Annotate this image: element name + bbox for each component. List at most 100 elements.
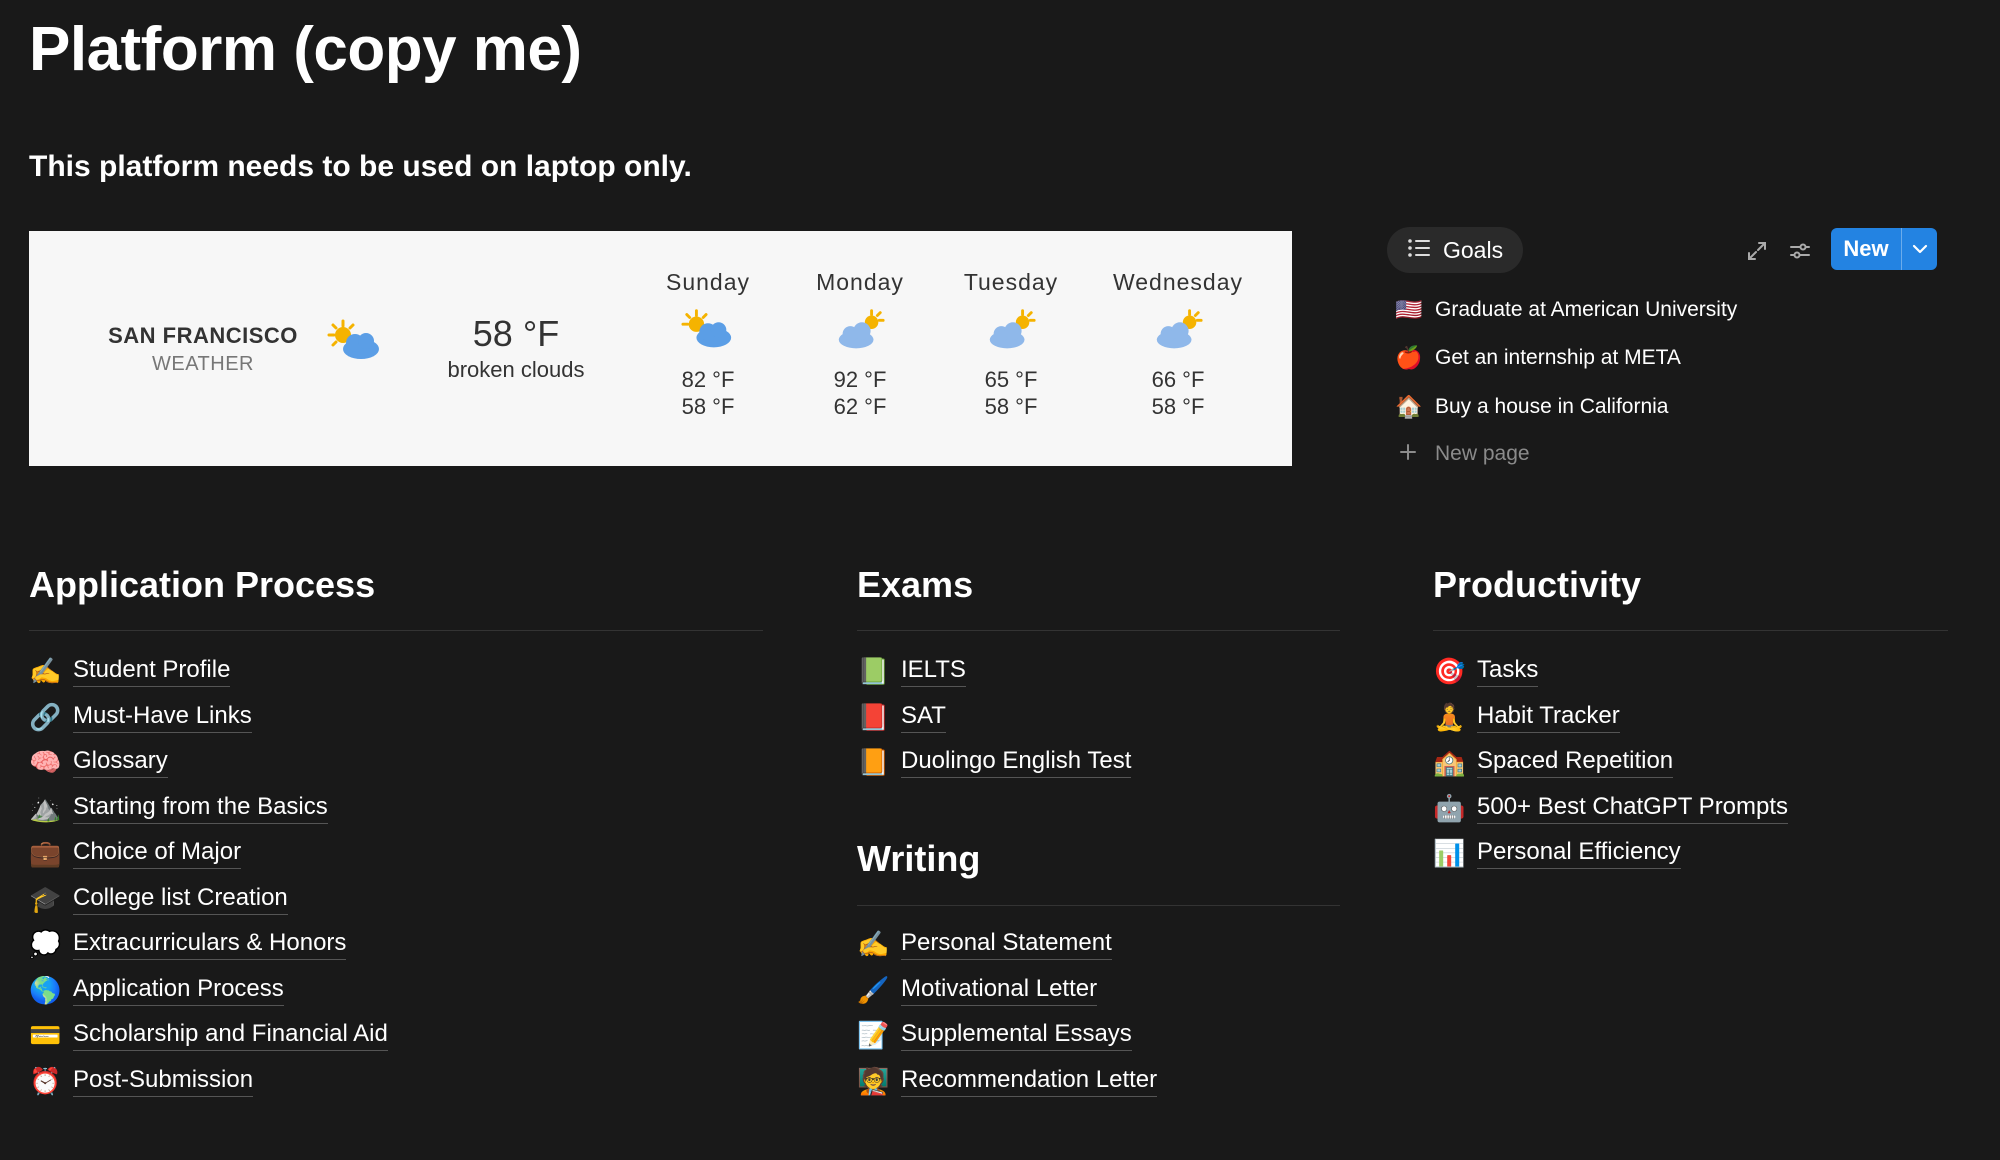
- page-link-label: Motivational Letter: [901, 975, 1098, 1006]
- current-temperature: 58 °F: [472, 313, 560, 354]
- chevron-down-icon[interactable]: [1902, 228, 1937, 270]
- link-icon: 🔗: [29, 701, 62, 732]
- page-link[interactable]: 🧠 Glossary: [29, 742, 168, 782]
- thought-bubble-icon: 💭: [29, 928, 62, 959]
- divider: [1433, 630, 1948, 631]
- page-link-label: SAT: [901, 702, 946, 733]
- filter-settings-icon[interactable]: [1785, 236, 1815, 266]
- current-condition: broken clouds: [447, 357, 585, 382]
- page-link[interactable]: 🧘 Habit Tracker: [1433, 697, 1620, 737]
- expand-icon[interactable]: [1742, 236, 1772, 266]
- new-button[interactable]: New: [1831, 228, 1937, 270]
- divider: [857, 905, 1340, 906]
- graduation-cap-icon: 🎓: [29, 883, 62, 914]
- weather-location: SAN FRANCISCO WEATHER: [93, 323, 313, 376]
- weather-current: 58 °F broken clouds: [426, 313, 606, 383]
- robot-icon: 🤖: [1433, 792, 1466, 823]
- forecast-day: Tuesday 65 °F 58 °F: [936, 269, 1086, 420]
- forecast-day: Wednesday 66 °F 58 °F: [1103, 269, 1253, 420]
- forecast-day-name: Sunday: [665, 269, 750, 295]
- page-link-label: Spaced Repetition: [1477, 747, 1674, 778]
- credit-card-icon: 💳: [29, 1019, 62, 1050]
- page-link-label: IELTS: [901, 656, 966, 687]
- globe-icon: 🌎: [29, 974, 62, 1005]
- page-link-label: Personal Statement: [901, 929, 1112, 960]
- alarm-clock-icon: ⏰: [29, 1065, 62, 1096]
- section-heading-writing: Writing: [857, 838, 981, 879]
- meditation-icon: 🧘: [1433, 701, 1466, 732]
- page-link[interactable]: 📝 Supplemental Essays: [857, 1015, 1132, 1055]
- page-link-label: Tasks: [1477, 656, 1539, 687]
- partly-cloudy-icon: [327, 319, 383, 368]
- page-link-label: Glossary: [73, 747, 168, 778]
- weather-widget: SAN FRANCISCO WEATHER 58 °F broken cloud…: [29, 231, 1292, 466]
- page-link[interactable]: 💼 Choice of Major: [29, 833, 242, 873]
- new-page-label: New page: [1435, 442, 1530, 465]
- mountain-icon: ⛰️: [29, 792, 62, 823]
- forecast-high: 92 °F: [833, 367, 887, 392]
- page-link[interactable]: 🏫 Spaced Repetition: [1433, 742, 1674, 782]
- sun-cloud-icon: [633, 308, 783, 362]
- page-link-label: Scholarship and Financial Aid: [73, 1020, 388, 1051]
- page-link[interactable]: 📙 Duolingo English Test: [857, 742, 1132, 782]
- house-icon: 🏠: [1395, 394, 1423, 419]
- forecast-day-name: Wednesday: [1112, 269, 1244, 295]
- page-title: Platform (copy me): [29, 15, 582, 84]
- page-link[interactable]: 🤖 500+ Best ChatGPT Prompts: [1433, 788, 1789, 828]
- page-link[interactable]: 🧑‍🏫 Recommendation Letter: [857, 1061, 1158, 1101]
- memo-icon: 📝: [857, 1019, 890, 1050]
- page-link-label: Personal Efficiency: [1477, 838, 1681, 869]
- new-button-label: New: [1843, 236, 1889, 261]
- list-icon: [1407, 237, 1431, 264]
- divider: [29, 630, 763, 631]
- goal-item[interactable]: 🍎 Get an internship at META: [1395, 338, 1681, 378]
- forecast-low: 58 °F: [1151, 394, 1205, 419]
- tab-goals[interactable]: Goals: [1387, 227, 1524, 273]
- brain-icon: 🧠: [29, 746, 62, 777]
- page-link[interactable]: 🎓 College list Creation: [29, 879, 288, 919]
- cloud-sun-icon: [936, 308, 1086, 362]
- page-link-label: Extracurriculars & Honors: [73, 929, 347, 960]
- goal-label: Get an internship at META: [1435, 346, 1681, 369]
- forecast-high: 82 °F: [681, 367, 735, 392]
- page-link-label: Recommendation Letter: [901, 1066, 1158, 1097]
- red-book-icon: 📕: [857, 701, 890, 732]
- goal-item[interactable]: 🏠 Buy a house in California: [1395, 387, 1668, 427]
- bar-chart-icon: 📊: [1433, 837, 1466, 868]
- page-link[interactable]: 🌎 Application Process: [29, 970, 284, 1010]
- page-link-label: Must-Have Links: [73, 702, 252, 733]
- page-link-label: College list Creation: [73, 884, 288, 915]
- page-link[interactable]: 💳 Scholarship and Financial Aid: [29, 1015, 388, 1055]
- page-link[interactable]: 📗 IELTS: [857, 651, 966, 691]
- page-link[interactable]: ⛰️ Starting from the Basics: [29, 788, 328, 828]
- page-link[interactable]: 📊 Personal Efficiency: [1433, 833, 1681, 873]
- flag-icon: 🇺🇸: [1395, 297, 1423, 322]
- page-link[interactable]: 🖌️ Motivational Letter: [857, 970, 1098, 1010]
- writing-hand-icon: ✍️: [857, 928, 890, 959]
- forecast-day-name: Monday: [816, 269, 904, 295]
- plus-icon: [1395, 441, 1421, 467]
- page-link[interactable]: 💭 Extracurriculars & Honors: [29, 924, 347, 964]
- divider: [857, 630, 1340, 631]
- apple-icon: 🍎: [1395, 345, 1423, 370]
- forecast-day: Sunday 82 °F 58 °F: [633, 269, 783, 420]
- page-link[interactable]: ✍️ Personal Statement: [857, 924, 1112, 964]
- forecast-low: 62 °F: [833, 394, 887, 419]
- page-link[interactable]: ⏰ Post-Submission: [29, 1061, 254, 1101]
- goal-item[interactable]: 🇺🇸 Graduate at American University: [1395, 290, 1737, 330]
- goal-label: Graduate at American University: [1435, 298, 1738, 321]
- section-heading-application: Application Process: [29, 564, 376, 605]
- page-link[interactable]: 🎯 Tasks: [1433, 651, 1539, 691]
- forecast-day: Monday 92 °F 62 °F: [785, 269, 935, 420]
- page-link[interactable]: 📕 SAT: [857, 697, 946, 737]
- weather-label: WEATHER: [151, 353, 254, 375]
- section-heading-exams: Exams: [857, 564, 974, 605]
- new-page-button[interactable]: New page: [1395, 434, 1530, 474]
- forecast-high: 65 °F: [984, 367, 1038, 392]
- page-link-label: Student Profile: [73, 656, 231, 687]
- page-link[interactable]: ✍️ Student Profile: [29, 651, 231, 691]
- paintbrush-icon: 🖌️: [857, 974, 890, 1005]
- orange-book-icon: 📙: [857, 746, 890, 777]
- page-subtitle: This platform needs to be used on laptop…: [29, 150, 692, 183]
- page-link[interactable]: 🔗 Must-Have Links: [29, 697, 252, 737]
